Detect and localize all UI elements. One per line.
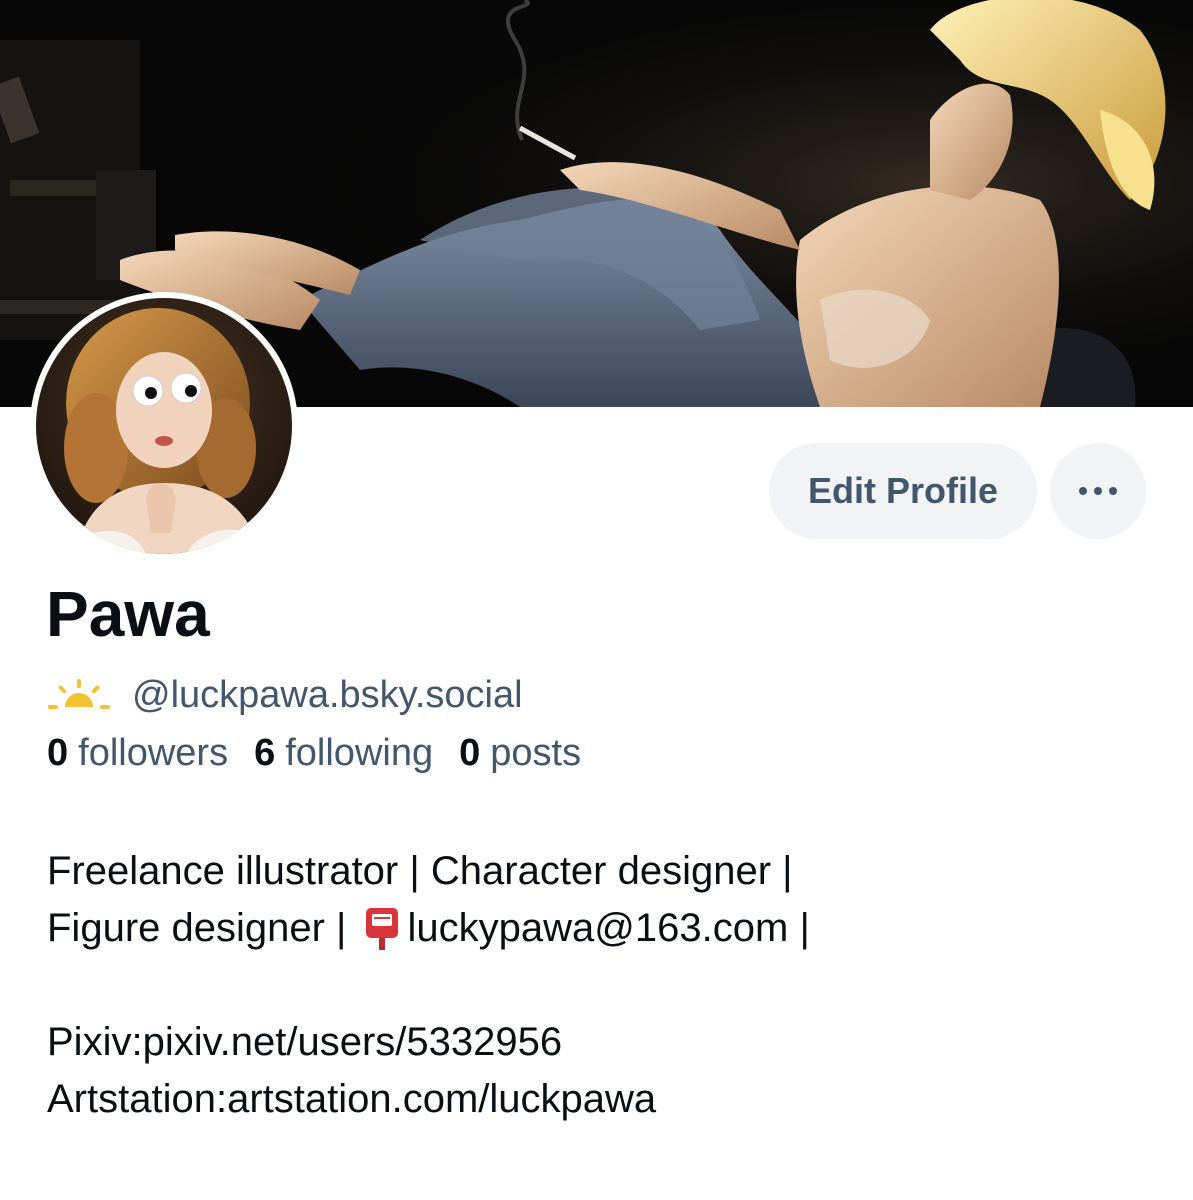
- following-stat[interactable]: 6 following: [254, 728, 433, 778]
- bio-email[interactable]: luckypawa@163.com |: [408, 900, 810, 957]
- handle-row: @luckpawa.bsky.social: [48, 670, 523, 720]
- followers-count: 0: [47, 732, 69, 774]
- bio-line-1: Freelance illustrator | Character design…: [47, 849, 793, 893]
- bio-line-2: Figure designer | luckypawa@163.com |: [47, 900, 1147, 957]
- followers-stat[interactable]: 0 followers: [47, 728, 228, 778]
- following-count: 6: [254, 732, 276, 774]
- posts-count: 0: [459, 732, 481, 774]
- bio-line-2-start: Figure designer |: [47, 906, 358, 950]
- followers-label: followers: [78, 732, 229, 774]
- bio-pixiv-link[interactable]: Pixiv:pixiv.net/users/5332956: [47, 1014, 1147, 1071]
- profile-bio: Freelance illustrator | Character design…: [47, 843, 1147, 1128]
- bio-artstation-link[interactable]: Artstation:artstation.com/luckpawa: [47, 1071, 1147, 1128]
- bio-spacer: [47, 957, 1147, 1014]
- display-name: Pawa: [46, 578, 210, 650]
- edit-profile-button[interactable]: Edit Profile: [769, 443, 1037, 539]
- postbox-icon: [365, 907, 398, 950]
- more-options-button[interactable]: [1050, 443, 1146, 539]
- avatar[interactable]: [30, 292, 298, 560]
- painted-child-portrait-googly-eyes-avatar: [36, 298, 292, 554]
- posts-stat: 0 posts: [459, 728, 581, 778]
- following-label: following: [285, 732, 434, 774]
- handle: @luckpawa.bsky.social: [132, 674, 523, 716]
- sunrise-icon: [48, 679, 110, 709]
- profile-stats: 0 followers 6 following 0 posts: [47, 728, 607, 778]
- ellipsis-icon: [1079, 487, 1117, 495]
- posts-label: posts: [490, 732, 582, 774]
